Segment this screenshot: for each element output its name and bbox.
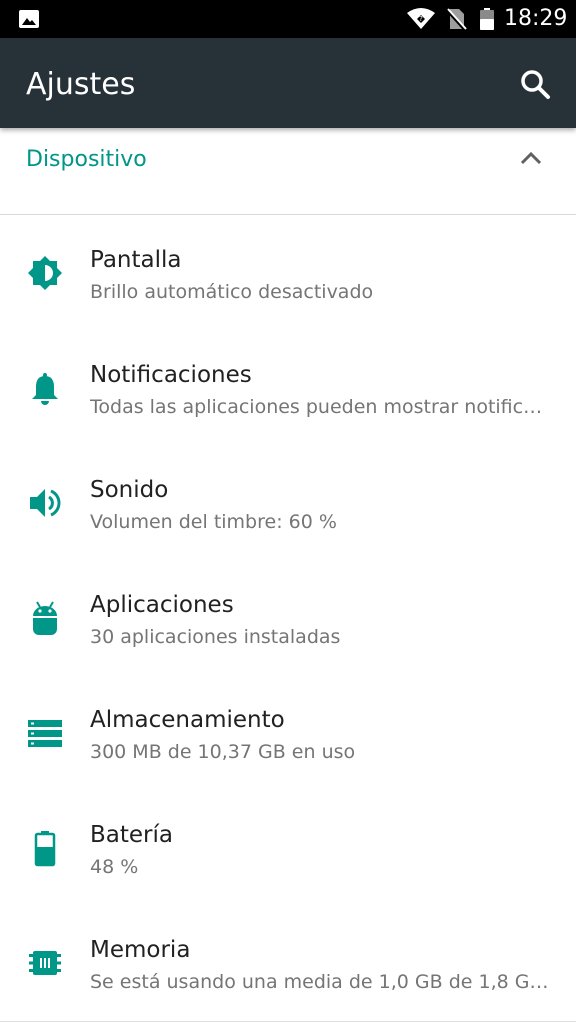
item-label: Sonido bbox=[90, 477, 169, 503]
section-header-dispositivo[interactable]: Dispositivo bbox=[0, 128, 576, 215]
item-summary: 30 aplicaciones instaladas bbox=[90, 626, 341, 648]
item-label: Notificaciones bbox=[90, 362, 252, 388]
settings-item-notificaciones[interactable]: Notificaciones Todas las aplicaciones pu… bbox=[0, 331, 576, 446]
chevron-up-icon bbox=[520, 151, 542, 165]
item-summary: Todas las aplicaciones pueden mostrar no… bbox=[90, 396, 552, 418]
section-title: Dispositivo bbox=[26, 147, 147, 172]
settings-item-memoria[interactable]: Memoria Se está usando una media de 1,0 … bbox=[0, 906, 576, 1021]
item-summary: Se está usando una media de 1,0 GB de 1,… bbox=[90, 971, 552, 993]
android-icon bbox=[26, 599, 64, 637]
item-summary: 48 % bbox=[90, 856, 139, 878]
item-label: Memoria bbox=[90, 937, 191, 963]
image-icon bbox=[18, 9, 40, 34]
battery-icon bbox=[26, 829, 64, 867]
item-label: Batería bbox=[90, 822, 173, 848]
settings-item-sonido[interactable]: Sonido Volumen del timbre: 60 % bbox=[0, 446, 576, 561]
item-label: Aplicaciones bbox=[90, 592, 234, 618]
item-summary: Brillo automático desactivado bbox=[90, 281, 374, 303]
item-summary: 300 MB de 10,37 GB en uso bbox=[90, 741, 356, 763]
brightness-icon bbox=[26, 254, 64, 292]
status-clock: 18:29 bbox=[504, 6, 568, 31]
status-bar: ? 18:29 bbox=[0, 0, 576, 38]
item-label: Almacenamiento bbox=[90, 707, 285, 733]
wifi-icon: ? bbox=[406, 7, 436, 36]
app-bar: Ajustes bbox=[0, 38, 576, 128]
settings-item-aplicaciones[interactable]: Aplicaciones 30 aplicaciones instaladas bbox=[0, 561, 576, 676]
item-label: Pantalla bbox=[90, 247, 182, 273]
divider bbox=[0, 1021, 576, 1022]
svg-text:?: ? bbox=[419, 15, 423, 23]
item-summary: Volumen del timbre: 60 % bbox=[90, 511, 337, 533]
no-sim-icon bbox=[445, 7, 467, 36]
storage-icon bbox=[26, 714, 64, 752]
settings-item-almacenamiento[interactable]: Almacenamiento 300 MB de 10,37 GB en uso bbox=[0, 676, 576, 791]
memory-icon bbox=[26, 944, 64, 982]
settings-item-bateria[interactable]: Batería 48 % bbox=[0, 791, 576, 906]
bell-icon bbox=[26, 369, 64, 407]
search-icon bbox=[521, 70, 550, 99]
collapse-button[interactable] bbox=[516, 146, 546, 170]
settings-list: Pantalla Brillo automático desactivado N… bbox=[0, 216, 576, 1021]
search-button[interactable] bbox=[515, 65, 555, 105]
page-title: Ajustes bbox=[26, 67, 136, 102]
volume-icon bbox=[26, 484, 64, 522]
battery-icon bbox=[479, 7, 495, 36]
settings-item-pantalla[interactable]: Pantalla Brillo automático desactivado bbox=[0, 216, 576, 331]
